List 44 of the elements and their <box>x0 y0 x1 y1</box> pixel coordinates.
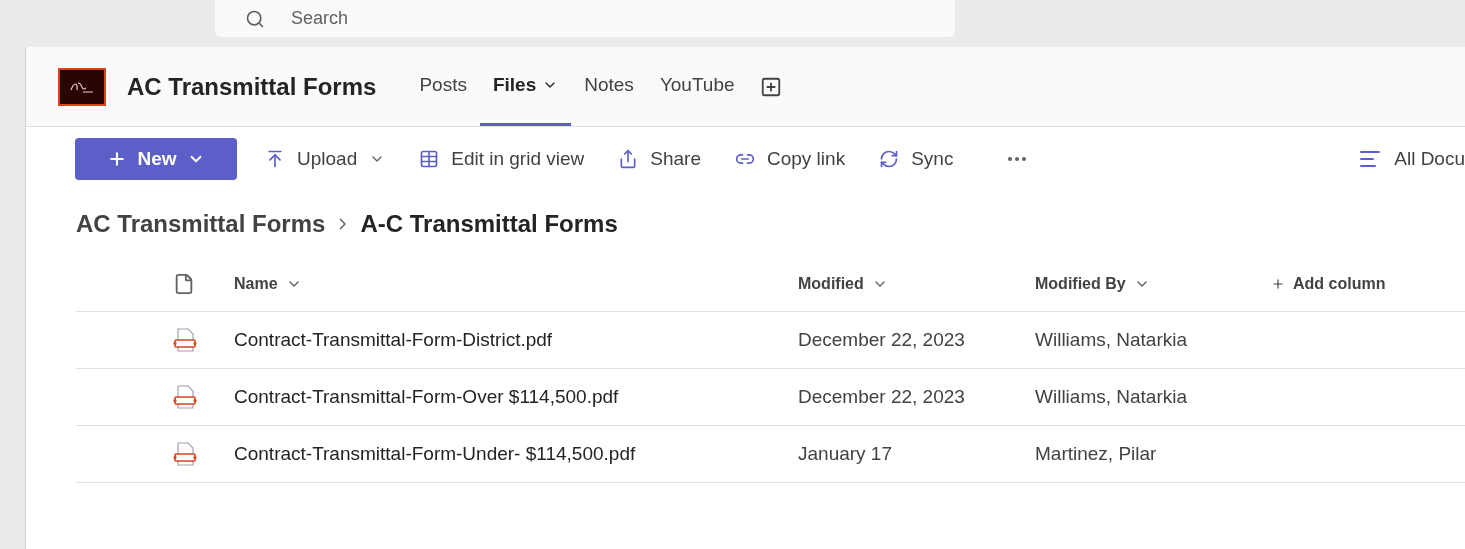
search-icon <box>245 8 265 29</box>
channel-tab[interactable]: Files <box>479 47 572 126</box>
channel-tab[interactable]: YouTube <box>646 47 748 126</box>
modified-by: Martinez, Pilar <box>1035 441 1157 466</box>
column-header[interactable]: Name <box>234 271 798 296</box>
grid-icon <box>419 149 440 169</box>
pdf-file-icon <box>172 327 198 353</box>
channel-tab[interactable]: Posts <box>406 47 480 126</box>
breadcrumb-item: A-C Transmittal Forms <box>360 209 618 239</box>
column-header[interactable]: Modified By <box>1035 271 1271 296</box>
toolbar-button[interactable]: Edit in grid view <box>413 144 591 174</box>
file-name[interactable]: Contract-Transmittal-Form-Under- $114,500.pdf <box>234 439 798 469</box>
file-type-icon <box>173 272 195 295</box>
file-row[interactable]: Contract-Transmittal-Form-Under- $114,500.pdf January 17 Martinez, Pilar <box>76 426 1465 483</box>
share-icon <box>618 149 639 169</box>
add-column-button[interactable]: Add column <box>1271 271 1386 296</box>
pdf-file-icon <box>172 441 198 467</box>
upload-icon <box>265 149 285 169</box>
chevron-right-icon <box>339 218 347 230</box>
toolbar-button[interactable]: Sync <box>873 144 960 174</box>
file-name[interactable]: Contract-Transmittal-Form-District.pdf <box>234 325 798 355</box>
file-name[interactable]: Contract-Transmittal-Form-Over $114,500.pdf <box>234 382 798 412</box>
new-button[interactable]: New <box>75 138 237 180</box>
modified-by: Williams, Natarkia <box>1035 384 1188 409</box>
toolbar-button[interactable]: Share <box>612 144 707 174</box>
file-row[interactable]: Contract-Transmittal-Form-District.pdf December 22, 2023 Williams, Natarkia <box>76 312 1465 369</box>
modified-date: December 22, 2023 <box>798 384 966 409</box>
channel-title: AC Transmittal Forms <box>127 71 377 102</box>
column-header[interactable]: Modified <box>798 271 1035 296</box>
toolbar-button[interactable]: Copy link <box>729 144 852 174</box>
sync-icon <box>879 149 900 169</box>
modified-date: January 17 <box>798 441 893 466</box>
view-selector[interactable]: All Docu <box>1358 144 1465 174</box>
toolbar-button[interactable]: Upload <box>259 144 392 174</box>
pdf-file-icon <box>172 384 198 410</box>
plus-icon <box>1271 276 1285 291</box>
modified-date: December 22, 2023 <box>798 327 966 352</box>
search-bar[interactable]: Search <box>215 0 955 37</box>
search-field[interactable]: Search <box>291 5 925 32</box>
breadcrumb-item[interactable]: AC Transmittal Forms <box>76 206 326 242</box>
channel-tab[interactable]: Notes <box>571 47 647 126</box>
file-row[interactable]: Contract-Transmittal-Form-Over $114,500.pdf December 22, 2023 Williams, Natarkia <box>76 369 1465 426</box>
add-tab-icon[interactable] <box>759 75 782 98</box>
modified-by: Williams, Natarkia <box>1035 327 1188 352</box>
